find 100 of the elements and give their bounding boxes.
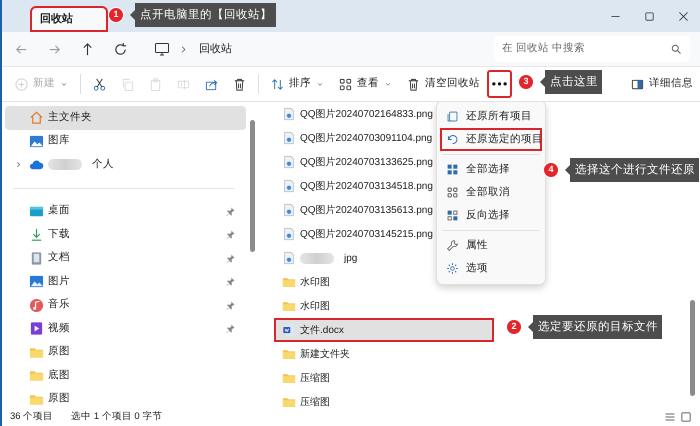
view-button[interactable]: 查看 [332,71,399,97]
clipboard-icon [148,76,163,92]
grid-icon [338,76,353,92]
file-row[interactable]: QQ图片20240703135613.png [274,198,439,222]
file-row[interactable]: QQ图片20240703091104.png [274,126,438,150]
sidebar-item[interactable]: 原图 [5,388,246,408]
sidebar-item[interactable]: 桌面 [5,200,246,223]
sidebar-item[interactable]: 主文件夹 [5,106,246,130]
sidebar-item[interactable]: 音乐 [5,294,246,317]
sidebar-item[interactable]: 下载 [5,223,246,246]
sidebar-item[interactable]: 底图 [5,364,246,388]
file-row[interactable]: jpg [274,246,364,270]
image-file-icon [282,179,296,193]
file-row[interactable]: 水印图 [274,294,336,318]
file-row[interactable]: QQ图片20240703145215.png [274,222,439,246]
download-icon [29,227,44,242]
path-segment[interactable]: 回收站 [197,40,234,58]
grid-icon [446,186,459,199]
selection-info: 选中 1 个项目 0 字节 [71,410,162,424]
recycle-bin-tab[interactable]: 回收站 [30,6,108,32]
gallery-icon [29,134,44,149]
pin-icon [225,206,236,217]
maximize-icon[interactable] [642,10,656,22]
file-row[interactable]: 新建文件夹 [274,342,356,366]
callout-label: 点开电脑里的【回收站】 [130,3,276,28]
sort-button[interactable]: 排序 [264,71,331,97]
step-number: 3 [518,74,534,90]
step-number: 4 [543,162,559,178]
callout-label: 选定要还原的目标文件 [528,315,662,340]
sidebar-item[interactable]: 视频 [5,317,246,340]
search-field[interactable]: 在 回收站 中搜索 [494,36,690,62]
scrollbar-thumb[interactable] [690,300,695,396]
blurred-region [48,159,82,170]
sidebar-item[interactable]: 个人 [5,153,246,176]
restore-all-icon [446,110,459,123]
sidebar-item[interactable]: 原图 [5,340,246,364]
monitor-icon [154,41,170,57]
delete-icon [232,76,247,92]
details-button[interactable]: 详细信息 [627,71,696,97]
image-file-icon [282,155,296,169]
folder-icon [282,347,296,361]
menu-item[interactable]: 还原所有项目 [440,105,542,128]
folder-icon [282,371,296,385]
menu-item[interactable]: 属性 [440,234,542,257]
blurred-region [300,252,334,264]
sidebar-item[interactable]: 图片 [5,270,246,294]
item-count: 36 个项目 [10,410,54,424]
home-icon [29,110,44,126]
callout-label: 点击这里 [540,70,602,94]
image-file-icon [282,203,296,217]
file-row[interactable]: QQ图片20240702164833.png [274,102,439,126]
image-file-icon [282,131,296,145]
file-row[interactable]: 文件.docx [274,318,494,342]
step-number: 2 [506,319,522,336]
copy-icon [120,76,135,92]
folder-icon [282,299,296,313]
more-button[interactable] [487,70,512,98]
file-row[interactable]: 压缩图 [274,366,336,390]
menu-item[interactable]: 全部选择 [440,158,542,181]
settings-icon [446,262,459,275]
close-icon[interactable] [676,10,690,22]
invert-selection-icon [446,209,459,222]
folder-icon [282,395,296,408]
sort-icon [270,76,285,92]
empty-recycle-bin-button[interactable]: 清空回收站 [400,71,486,97]
refresh-icon [113,42,128,56]
sidebar-item[interactable]: 文档 [5,246,246,270]
video-icon [29,321,44,336]
wrench-icon [446,239,459,252]
menu-item[interactable]: 反向选择 [440,204,542,227]
callout-label: 选择这个进行文件还原 [565,158,699,182]
scissors-icon [92,76,107,92]
image-file-icon [282,227,296,241]
sidebar-item[interactable]: 图库 [5,130,246,153]
trash-icon [406,76,421,92]
pin-icon [225,323,236,334]
pin-icon [225,252,236,264]
pin-icon [225,229,236,240]
more-icon [492,82,507,86]
file-row[interactable]: 水印图 [274,270,336,294]
select-all-icon [446,163,459,176]
music-icon [29,298,44,313]
image-file-icon [282,107,296,121]
menu-item[interactable]: 选项 [440,257,542,280]
file-row[interactable]: QQ图片20240703134518.png [274,174,439,198]
menu-item[interactable]: 全部取消 [440,181,542,204]
tiles-view-icon[interactable] [680,411,692,423]
file-row[interactable]: QQ图片20240703133625.png [274,150,439,174]
details-view-icon[interactable] [664,411,676,423]
new-icon [14,76,29,92]
document-icon [29,250,44,266]
file-row[interactable]: 压缩图 [274,390,336,408]
pictures-icon [29,274,44,290]
image-file-icon [282,251,296,265]
word-document-icon [282,323,296,337]
scrollbar-thumb[interactable] [250,120,255,252]
pin-icon [225,300,236,311]
undo-arrow-icon [446,133,459,146]
pin-icon [225,276,236,288]
search-icon [670,43,682,55]
